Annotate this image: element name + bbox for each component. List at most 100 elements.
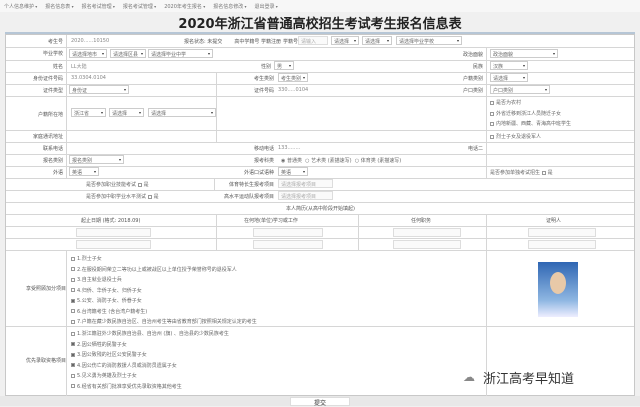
radio-label: 艺术类 (素描速写) <box>311 158 352 164</box>
hk-city-select[interactable]: 请选择 <box>109 108 144 117</box>
nav-item[interactable]: 报名考试管理 <box>82 3 115 10</box>
divider <box>486 214 487 250</box>
checkbox[interactable] <box>137 182 142 187</box>
reg-select[interactable]: 报名类别 <box>69 155 124 164</box>
resume-witness-input[interactable] <box>528 228 596 237</box>
school-city-select-2[interactable]: 请选择 <box>331 36 359 45</box>
checkbox[interactable] <box>71 309 75 313</box>
check-label: 3.自主就业退役士兵 <box>77 277 122 283</box>
idno-label: 证件号码 <box>253 88 274 94</box>
care-item[interactable]: 2.在服役期间荣立二等功以上或被战区以上单位授予荣誉称号的退役军人 <box>71 266 237 273</box>
divider <box>358 214 359 250</box>
lang-select[interactable]: 英语 <box>69 167 99 176</box>
applicant-photo <box>538 262 578 317</box>
checkbox[interactable] <box>490 111 494 116</box>
check-migrant[interactable]: 外省迁移到浙江人员随迁子女 <box>490 110 561 117</box>
gender-select[interactable]: 男 <box>274 61 294 70</box>
graduation-school-select[interactable]: 请选择毕业学校 <box>396 36 462 45</box>
nav-item[interactable]: 退出登录 <box>255 3 278 10</box>
prior-item[interactable]: 3.因公致残的社区公安民警子女 <box>71 351 147 358</box>
nav-item[interactable]: 个人信息维护 <box>4 3 37 10</box>
checkbox[interactable] <box>71 319 75 324</box>
checkbox[interactable] <box>71 363 75 367</box>
check-label: 2.在服役期间荣立二等功以上或被战区以上单位授予荣誉称号的退役军人 <box>77 266 237 273</box>
prior-item[interactable]: 2.因公牺牲的民警子女 <box>71 341 127 348</box>
school-city-select[interactable]: 请选择地市 <box>69 49 107 58</box>
resume-date-input[interactable] <box>76 240 151 249</box>
idtype-select[interactable]: 身份证 <box>69 85 129 94</box>
checkbox[interactable] <box>71 298 75 303</box>
q1b-input[interactable]: 请选择报考项目 <box>278 179 333 188</box>
checkbox[interactable] <box>490 100 494 105</box>
divider <box>6 130 634 131</box>
radio-art[interactable]: ○ 艺术类 (素描速写) <box>305 158 351 164</box>
care-item[interactable]: 4.归侨、华侨子女、归侨子女 <box>71 287 142 294</box>
single-exam[interactable]: 是否参加单独考试招生 是 <box>490 169 553 176</box>
care-item[interactable]: 1.烈士子女 <box>71 255 102 262</box>
q2b-input[interactable]: 请选择报考项目 <box>278 191 333 200</box>
check-label: 外省迁移到浙江人员随迁子女 <box>496 111 562 117</box>
check-label: 6.台湾籍考生 (含台湾户籍考生) <box>77 308 148 315</box>
submit-button[interactable]: 提交 <box>290 397 350 407</box>
check-label: 7.户籍在藏少数民族自治区、自治州考生等由省教育部门按照相关规定认定的考生 <box>77 319 257 325</box>
checkbox[interactable] <box>71 267 75 271</box>
prior-item[interactable]: 5.见义勇为英雄及烈士子女 <box>71 372 137 379</box>
nav-item[interactable]: 2020年考生报名 <box>164 3 205 10</box>
checkbox[interactable] <box>71 331 75 336</box>
q1[interactable]: 是否参加职业技能考试 是 <box>86 181 149 188</box>
checkbox[interactable] <box>71 384 75 388</box>
checkbox[interactable] <box>71 373 75 378</box>
resume-place-input[interactable] <box>253 240 323 249</box>
checkbox[interactable] <box>490 121 494 126</box>
check-martyr[interactable]: 烈士子女及退役军人 <box>490 133 541 140</box>
resume-place-input[interactable] <box>253 228 323 237</box>
resume-witness-input[interactable] <box>528 240 596 249</box>
hk-type-select[interactable]: 户口类别 <box>490 85 550 94</box>
hk-province-select[interactable]: 浙江省 <box>71 108 106 117</box>
checkbox[interactable] <box>71 342 75 346</box>
q2[interactable]: 是否参加中职学业水平测试 是 <box>86 193 159 200</box>
resume-date-input[interactable] <box>76 228 151 237</box>
checkbox[interactable] <box>71 288 75 292</box>
checkbox[interactable] <box>490 134 494 139</box>
school-county-select-2[interactable]: 请选择 <box>362 36 392 45</box>
care-item[interactable]: 5.公安、消防子女、侨眷子女 <box>71 297 142 304</box>
care-item[interactable]: 6.台湾籍考生 (含台湾户籍考生) <box>71 308 147 315</box>
checkbox[interactable] <box>71 352 75 357</box>
divider <box>66 250 67 396</box>
id-label: 身份证件号码 <box>32 76 63 82</box>
nav-item[interactable]: 报名信息修改 <box>213 3 246 10</box>
radio-sport[interactable]: ○ 体育类 (素描速写) <box>355 158 401 164</box>
divider <box>6 72 634 73</box>
school-county-select[interactable]: 请选择区县 <box>110 49 146 58</box>
resume-post-input[interactable] <box>393 240 461 249</box>
care-item[interactable]: 7.户籍在藏少数民族自治区、自治州考生等由省教育部门按照相关规定认定的考生 <box>71 318 257 325</box>
nav-item[interactable]: 报名考试管理 <box>123 3 156 10</box>
prior-item[interactable]: 1.浙江籍驻外少数民族自治县、自治州 (旗) 、自治县的少数民族考生 <box>71 330 229 337</box>
prior-item[interactable]: 6.经省有关部门批准享受优先录取资格其他考生 <box>71 383 182 390</box>
school-check-input[interactable]: 请输入 <box>298 36 328 45</box>
school-select[interactable]: 请选择毕业中学 <box>148 49 213 58</box>
care-item[interactable]: 3.自主就业退役士兵 <box>71 276 122 283</box>
hk-category-select[interactable]: 请选择 <box>490 73 528 82</box>
resume-post-input[interactable] <box>393 228 461 237</box>
checkbox[interactable] <box>541 170 546 175</box>
lang-label: 外语 <box>52 170 63 176</box>
check-rural[interactable]: 是否为农村 <box>490 99 521 106</box>
politics-select[interactable]: 政治面貌 <box>490 49 558 58</box>
nation-select[interactable]: 汉族 <box>490 61 528 70</box>
check-xinjiang[interactable]: 内地新疆、西藏、青海高中班学生 <box>490 120 571 127</box>
nation-label: 民族 <box>472 64 483 70</box>
category-select[interactable]: 考生类别 <box>278 73 308 82</box>
nav-item[interactable]: 报名信息表 <box>45 3 73 10</box>
prior-item[interactable]: 4.因公伤亡的消防救援人员或消防员遗属子女 <box>71 362 177 369</box>
checkbox[interactable] <box>71 256 75 261</box>
checkbox[interactable] <box>147 194 152 199</box>
oral-select[interactable]: 英语 <box>278 167 308 176</box>
check-label: 5.见义勇为英雄及烈士子女 <box>77 373 137 379</box>
hk-county-select[interactable]: 请选择 <box>148 108 216 117</box>
checkbox[interactable] <box>71 277 75 282</box>
radio-general[interactable]: ◉ 普通类 <box>281 158 302 164</box>
address-label: 家庭通讯地址 <box>32 134 63 140</box>
idno-value: 330.....0104 <box>278 87 309 93</box>
